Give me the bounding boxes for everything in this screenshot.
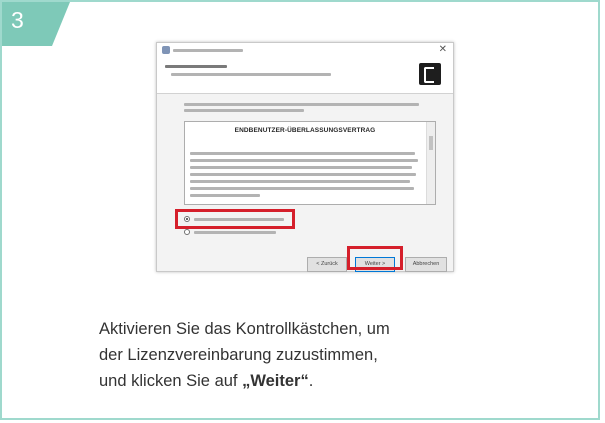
instruction-line-3-suffix: . (308, 372, 314, 390)
license-text-line (190, 180, 410, 183)
cancel-button[interactable]: Abbrechen (405, 257, 447, 272)
next-keyword: „Weiter“ (242, 372, 309, 390)
close-icon[interactable]: ✕ (439, 44, 447, 55)
intro-text-placeholder (184, 103, 419, 106)
license-text-line (190, 194, 260, 197)
installer-logo-icon (419, 63, 441, 85)
scroll-thumb[interactable] (429, 136, 433, 150)
instruction-line-3-prefix: und klicken Sie auf (99, 372, 243, 390)
instruction-text: Aktivieren Sie das Kontrollkästchen, um … (99, 316, 569, 394)
dialog-title-placeholder (173, 49, 243, 52)
instruction-line-3: und klicken Sie auf „Weiter“. (99, 368, 569, 394)
decline-label-placeholder (194, 231, 276, 234)
instruction-line-1: Aktivieren Sie das Kontrollkästchen, um (99, 320, 390, 338)
license-text-line (190, 152, 415, 155)
instruction-card: 3 ✕ ENDBENUTZER-ÜBERLASSUNGSVERTRAG < Zu… (0, 0, 600, 420)
license-text-line (190, 173, 416, 176)
step-number: 3 (11, 7, 24, 33)
installer-dialog-screenshot: ✕ ENDBENUTZER-ÜBERLASSUNGSVERTRAG < Zurü… (156, 42, 454, 272)
license-text-line (190, 159, 418, 162)
license-text-line (190, 166, 412, 169)
license-scrollbar[interactable] (426, 122, 435, 204)
dialog-titlebar: ✕ (157, 43, 453, 57)
back-button[interactable]: < Zurück (307, 257, 347, 272)
app-icon (162, 46, 170, 54)
accept-highlight-frame (175, 209, 295, 229)
header-subtext-placeholder (171, 73, 331, 76)
license-text-line (190, 187, 414, 190)
step-badge: 3 (2, 2, 70, 46)
intro-text-placeholder (184, 109, 304, 112)
decline-radio-indicator[interactable] (184, 229, 190, 235)
instruction-line-2: der Lizenzvereinbarung zuzustimmen, (99, 346, 378, 364)
license-title: ENDBENUTZER-ÜBERLASSUNGSVERTRAG (234, 127, 376, 134)
next-highlight-frame (347, 246, 403, 270)
dialog-header (157, 57, 453, 94)
header-heading-placeholder (165, 65, 227, 68)
license-text-box[interactable]: ENDBENUTZER-ÜBERLASSUNGSVERTRAG (184, 121, 436, 205)
